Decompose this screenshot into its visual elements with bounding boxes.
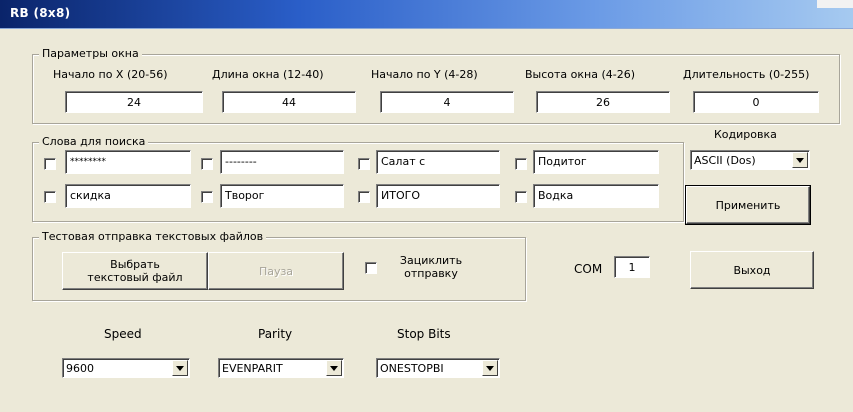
duration-input[interactable]: 0 xyxy=(693,91,819,113)
parity-select[interactable]: EVENPARIT xyxy=(218,358,344,378)
search-word-6-checkbox[interactable] xyxy=(201,191,213,203)
test-send-legend: Тестовая отправка текстовых файлов xyxy=(39,230,267,243)
speed-label: Speed xyxy=(104,327,142,341)
chevron-down-icon[interactable] xyxy=(172,360,188,376)
app-window: RB (8x8) Параметры окна Начало по X (20-… xyxy=(0,0,853,412)
exit-button[interactable]: Выход xyxy=(690,251,814,289)
stop-bits-label: Stop Bits xyxy=(397,327,451,341)
window-height-input[interactable]: 26 xyxy=(536,91,670,113)
loop-send-checkbox[interactable] xyxy=(365,262,377,274)
window-title: RB (8x8) xyxy=(10,6,71,20)
start-x-label: Начало по X (20-56) xyxy=(53,68,168,81)
search-word-4-input[interactable]: Подитог xyxy=(533,150,659,174)
window-length-input[interactable]: 44 xyxy=(222,91,356,113)
search-word-2-checkbox[interactable] xyxy=(201,158,213,170)
com-label: COM xyxy=(574,262,603,276)
search-word-1-checkbox[interactable] xyxy=(44,158,56,170)
encoding-label: Кодировка xyxy=(714,128,777,141)
chevron-down-icon[interactable] xyxy=(482,360,498,376)
duration-label: Длительность (0-255) xyxy=(683,68,810,81)
apply-button[interactable]: Применить xyxy=(685,185,811,225)
chevron-down-icon[interactable] xyxy=(326,360,342,376)
window-params-group: Параметры окна xyxy=(32,47,840,124)
parity-label: Parity xyxy=(258,327,293,341)
chevron-down-icon[interactable] xyxy=(792,152,808,168)
com-port-input[interactable]: 1 xyxy=(614,256,650,278)
search-word-8-checkbox[interactable] xyxy=(515,191,527,203)
start-x-input[interactable]: 24 xyxy=(65,91,203,113)
search-word-3-checkbox[interactable] xyxy=(358,158,370,170)
search-word-4-checkbox[interactable] xyxy=(515,158,527,170)
window-length-label: Длина окна (12-40) xyxy=(212,68,324,81)
search-word-7-input[interactable]: ИТОГО xyxy=(376,184,500,208)
parity-value: EVENPARIT xyxy=(222,362,283,375)
encoding-value: ASCII (Dos) xyxy=(694,154,756,167)
window-height-label: Высота окна (4-26) xyxy=(525,68,636,81)
search-word-6-input[interactable]: Творог xyxy=(220,184,344,208)
search-word-3-input[interactable]: Салат с xyxy=(376,150,500,174)
encoding-select[interactable]: ASCII (Dos) xyxy=(690,150,810,170)
search-word-5-input[interactable]: скидка xyxy=(65,184,191,208)
title-bar[interactable]: RB (8x8) xyxy=(0,0,853,29)
start-y-label: Начало по Y (4-28) xyxy=(371,68,478,81)
search-words-legend: Слова для поиска xyxy=(39,135,149,148)
search-word-2-input[interactable]: -------- xyxy=(220,150,344,174)
search-word-5-checkbox[interactable] xyxy=(44,191,56,203)
stop-bits-value: ONESTOPBI xyxy=(380,362,444,375)
choose-file-button[interactable]: Выбрать текстовый файл xyxy=(62,252,208,290)
title-bar-edge xyxy=(817,0,853,8)
pause-button[interactable]: Пауза xyxy=(208,252,344,290)
stop-bits-select[interactable]: ONESTOPBI xyxy=(376,358,500,378)
search-word-8-input[interactable]: Водка xyxy=(533,184,659,208)
search-word-7-checkbox[interactable] xyxy=(358,191,370,203)
loop-send-label: Зациклить отправку xyxy=(399,254,463,280)
speed-value: 9600 xyxy=(66,362,94,375)
speed-select[interactable]: 9600 xyxy=(62,358,190,378)
window-params-legend: Параметры окна xyxy=(39,47,142,60)
start-y-input[interactable]: 4 xyxy=(380,91,514,113)
search-word-1-input[interactable]: ******** xyxy=(65,150,191,174)
